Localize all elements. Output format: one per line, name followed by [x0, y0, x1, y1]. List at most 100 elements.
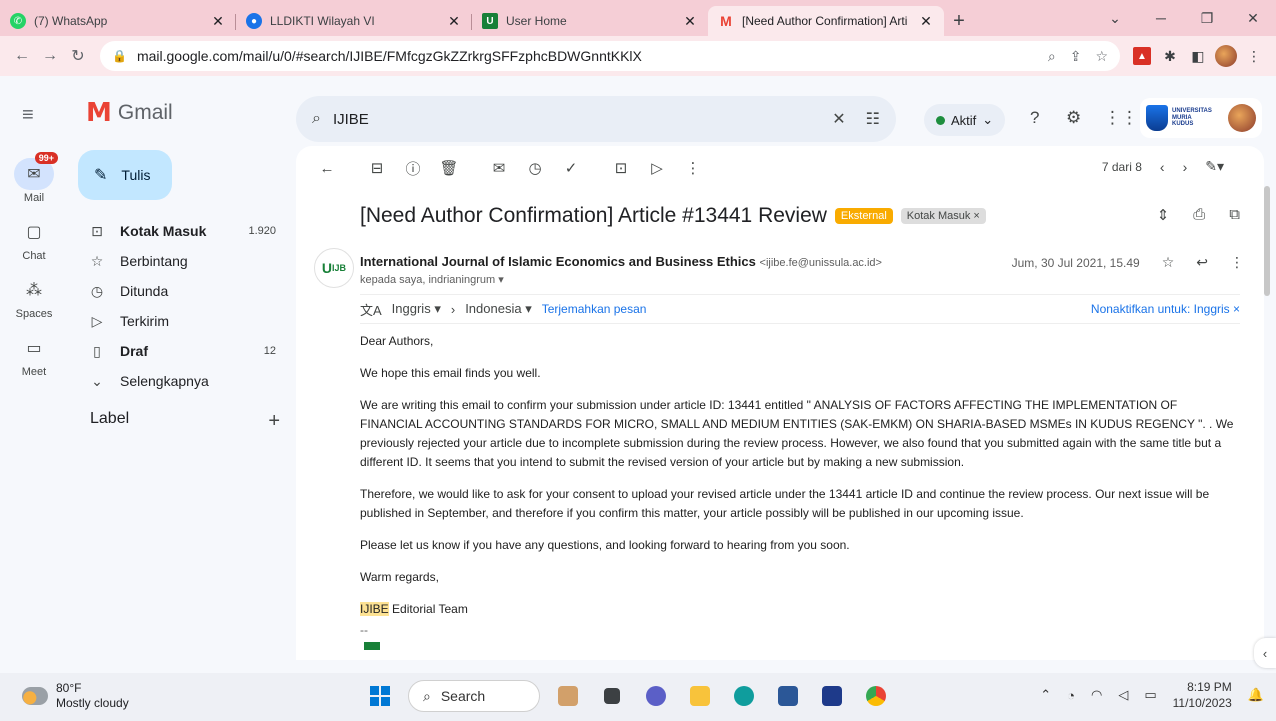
gmail-logo[interactable]: M Gmail [86, 98, 173, 128]
extension-icon[interactable]: ▲ [1128, 42, 1156, 70]
close-icon[interactable]: ✕ [918, 13, 934, 30]
report-spam-icon[interactable]: ⓘ [398, 158, 428, 179]
open-new-window-icon[interactable]: ⧉ [1229, 206, 1240, 224]
start-button[interactable] [364, 680, 396, 712]
more-vert-icon[interactable]: ⋮ [1230, 254, 1244, 271]
side-panel-toggle-icon[interactable]: ‹ [1254, 638, 1276, 668]
translate-bar: 文A Inggris ▾ › Indonesia ▾ Terjemahkan p… [360, 294, 1240, 324]
disable-translate-link[interactable]: Nonaktifkan untuk: Inggris × [1091, 302, 1240, 316]
previous-icon[interactable]: ‹ [1160, 159, 1165, 175]
nav-item-drafts[interactable]: ▯ Draf 12 [68, 336, 290, 366]
search-options-icon[interactable]: ☷ [866, 109, 880, 129]
file-explorer-icon[interactable] [684, 680, 716, 712]
store-icon[interactable] [816, 680, 848, 712]
star-icon[interactable]: ☆ [1162, 254, 1175, 271]
volume-icon[interactable]: ◁ [1118, 687, 1128, 703]
nav-item-more[interactable]: ⌄ Selengkapnya [68, 366, 290, 396]
tab-user-home[interactable]: U User Home ✕ [472, 6, 708, 36]
nav-item-snoozed[interactable]: ◷ Ditunda [68, 276, 290, 306]
delete-icon[interactable]: 🗑 [434, 159, 464, 177]
tab-lldikti[interactable]: ● LLDIKTI Wilayah VI ✕ [236, 6, 472, 36]
source-language-select[interactable]: Inggris ▾ [392, 301, 441, 317]
tab-search-icon[interactable]: ⌄ [1092, 10, 1138, 27]
wifi-icon[interactable]: ◠ [1091, 687, 1102, 703]
app-icon[interactable] [772, 680, 804, 712]
address-bar[interactable]: 🔒 mail.google.com/mail/u/0/#search/IJIBE… [100, 41, 1120, 71]
sender-avatar[interactable]: U IJB [314, 248, 354, 288]
back-arrow-icon[interactable]: ← [312, 160, 342, 177]
archive-icon[interactable]: ⊟ [362, 159, 392, 177]
restore-button[interactable]: ❐ [1184, 10, 1230, 27]
more-options-icon[interactable]: ⋮ [678, 159, 708, 177]
search-bar[interactable]: ⌕ IJIBE ✕ ☷ [296, 96, 896, 142]
nav-item-starred[interactable]: ☆ Berbintang [68, 246, 290, 276]
url-text[interactable]: mail.google.com/mail/u/0/#search/IJIBE/F… [137, 48, 1048, 64]
search-icon[interactable]: ⌕ [312, 110, 321, 128]
new-tab-button[interactable]: + [944, 6, 974, 36]
translate-message-link[interactable]: Terjemahkan pesan [542, 302, 647, 316]
rail-spaces[interactable]: ⁂ Spaces [0, 274, 68, 320]
battery-icon[interactable]: ▭ [1144, 687, 1156, 703]
close-icon[interactable]: ✕ [446, 13, 462, 30]
profile-avatar[interactable] [1212, 42, 1240, 70]
status-selector[interactable]: Aktif ⌄ [924, 104, 1006, 136]
nav-item-inbox[interactable]: ⊡ Kotak Masuk 1.920 [68, 216, 290, 246]
zoom-icon[interactable]: ⌕ [1048, 48, 1056, 65]
network-icon[interactable]: ◔ [1067, 688, 1075, 703]
expand-all-icon[interactable]: ⇕ [1157, 206, 1170, 224]
rail-meet[interactable]: ▭ Meet [0, 332, 68, 378]
next-icon[interactable]: › [1183, 159, 1188, 175]
reload-icon[interactable]: ↻ [64, 42, 92, 70]
chrome-icon[interactable] [860, 680, 892, 712]
add-label-icon[interactable]: + [268, 410, 280, 433]
label-icon[interactable]: ▷ [642, 159, 672, 177]
scrollbar[interactable] [1264, 146, 1272, 660]
teams-icon[interactable] [640, 680, 672, 712]
input-tools-icon[interactable]: ✎▾ [1205, 158, 1224, 175]
tab-whatsapp[interactable]: ✆ (7) WhatsApp ✕ [0, 6, 236, 36]
account-switcher[interactable]: UNIVERSITAS MURIA KUDUS [1140, 98, 1262, 138]
rail-chat[interactable]: ▢ Chat [0, 216, 68, 262]
add-task-icon[interactable]: ✓ [556, 159, 586, 177]
weather-widget[interactable]: 80°F Mostly cloudy [22, 681, 129, 711]
search-input[interactable]: IJIBE [333, 111, 832, 128]
print-icon[interactable]: ⎙ [1193, 206, 1205, 224]
inbox-label-chip[interactable]: Kotak Masuk × [900, 208, 986, 224]
compose-button[interactable]: ✎ Tulis [78, 150, 172, 200]
close-window-button[interactable]: ✕ [1230, 10, 1276, 27]
browser-menu-icon[interactable]: ⋮ [1240, 42, 1268, 70]
extensions-puzzle-icon[interactable]: ✱ [1156, 42, 1184, 70]
lock-icon[interactable]: 🔒 [112, 49, 127, 63]
clear-search-icon[interactable]: ✕ [832, 109, 845, 129]
tab-gmail[interactable]: M [Need Author Confirmation] Arti ✕ [708, 6, 944, 36]
move-to-icon[interactable]: ⊡ [606, 159, 636, 177]
bookmark-star-icon[interactable]: ☆ [1095, 48, 1108, 65]
rail-mail[interactable]: ✉ 99+ Mail [0, 152, 68, 204]
forward-icon[interactable]: → [36, 42, 64, 70]
target-language-select[interactable]: Indonesia ▾ [465, 301, 532, 317]
minimize-button[interactable]: ─ [1138, 10, 1184, 26]
close-icon[interactable]: ✕ [682, 13, 698, 30]
nav-item-sent[interactable]: ▷ Terkirim [68, 306, 290, 336]
mark-unread-icon[interactable]: ✉ [484, 159, 514, 177]
side-panel-icon[interactable]: ◧ [1184, 42, 1212, 70]
share-icon[interactable]: ⇪ [1070, 48, 1082, 65]
edge-icon[interactable] [728, 680, 760, 712]
scrollbar-thumb[interactable] [1264, 186, 1270, 296]
help-icon[interactable]: ? [1030, 108, 1039, 128]
task-view-icon[interactable] [596, 680, 628, 712]
settings-gear-icon[interactable]: ⚙ [1066, 108, 1081, 128]
close-icon[interactable]: ✕ [210, 13, 226, 30]
reply-icon[interactable]: ↩ [1196, 254, 1208, 271]
taskbar-search[interactable]: ⌕ Search [408, 680, 540, 712]
widget-app-icon[interactable] [552, 680, 584, 712]
sender-name[interactable]: International Journal of Islamic Economi… [360, 254, 756, 269]
chevron-up-icon[interactable]: ⌃ [1040, 687, 1051, 703]
back-icon[interactable]: ← [8, 42, 36, 70]
snooze-icon[interactable]: ◷ [520, 159, 550, 177]
recipients-line[interactable]: kepada saya, indrianingrum ▾ [360, 273, 504, 286]
apps-grid-icon[interactable]: ⋮⋮ [1104, 108, 1138, 128]
main-menu-icon[interactable]: ≡ [22, 104, 34, 127]
notification-icon[interactable]: 🔔 [1248, 687, 1264, 703]
clock[interactable]: 8:19 PM 11/10/2023 [1173, 679, 1232, 711]
